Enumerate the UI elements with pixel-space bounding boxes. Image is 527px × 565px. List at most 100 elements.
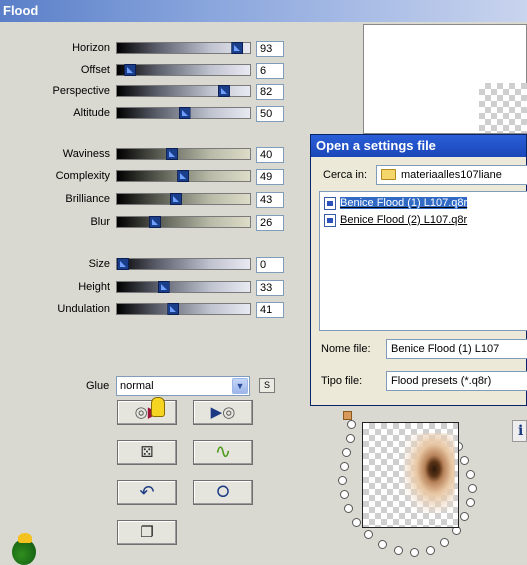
navigator-dot: [342, 448, 351, 457]
filetype-label: Tipo file:: [321, 375, 363, 387]
filename-label: Nome file:: [321, 343, 371, 355]
slider-value-field[interactable]: 26: [256, 215, 284, 231]
slider-label: Undulation: [57, 303, 110, 315]
navigator-dot: [426, 546, 435, 555]
navigator-dot: [466, 498, 475, 507]
slider-row-brilliance: Brilliance 43: [0, 192, 300, 208]
slider-value-field[interactable]: 49: [256, 169, 284, 185]
slider-track[interactable]: [116, 85, 251, 97]
slider-thumb[interactable]: [117, 258, 129, 270]
slider-row-height: Height 33: [0, 280, 300, 296]
navigator-dot: [468, 484, 477, 493]
file-name: Benice Flood (2) L107.q8r: [340, 214, 468, 226]
navigator-dot: [394, 546, 403, 555]
save-settings-button[interactable]: ▶◎: [193, 400, 253, 425]
navigator-dot: [340, 490, 349, 499]
open-settings-dialog: Open a settings file Cerca in: materiaal…: [310, 134, 527, 406]
slider-thumb[interactable]: [124, 64, 137, 76]
slider-label: Height: [78, 281, 110, 293]
look-in-combo[interactable]: materiaalles107liane: [376, 165, 527, 185]
slider-thumb[interactable]: [231, 42, 244, 54]
dialog-title: Open a settings file: [311, 135, 526, 157]
slider-label: Waviness: [62, 148, 110, 160]
flood-logo-icon: [12, 533, 36, 565]
slider-track[interactable]: [116, 107, 251, 119]
navigator-dot: [460, 512, 469, 521]
slider-row-perspective: Perspective 82: [0, 84, 300, 100]
slider-track[interactable]: [116, 303, 251, 315]
slider-value-field[interactable]: 93: [256, 41, 284, 57]
slider-value-field[interactable]: 0: [256, 257, 284, 273]
slider-row-waviness: Waviness 40: [0, 147, 300, 163]
slider-track[interactable]: [116, 64, 251, 76]
copy-button[interactable]: ❐: [117, 520, 177, 545]
slider-track[interactable]: [116, 148, 251, 160]
slider-row-offset: Offset 6: [0, 63, 300, 79]
slider-row-altitude: Altitude 50: [0, 106, 300, 122]
slider-thumb[interactable]: [217, 85, 230, 97]
navigator-dot: [344, 504, 353, 513]
slider-label: Perspective: [52, 85, 110, 97]
slider-track[interactable]: [116, 216, 251, 228]
slider-thumb[interactable]: [178, 107, 191, 119]
file-item[interactable]: Benice Flood (1) L107.q8r: [323, 196, 468, 211]
load-settings-button[interactable]: ◎▶: [117, 400, 177, 425]
slider-track[interactable]: [116, 281, 251, 293]
slider-row-blur: Blur 26: [0, 215, 300, 231]
slider-thumb[interactable]: [148, 216, 161, 228]
slider-label: Horizon: [72, 42, 110, 54]
slider-thumb[interactable]: [157, 281, 170, 293]
reset-icon: ⭘: [216, 484, 230, 501]
slider-thumb[interactable]: [169, 193, 182, 205]
slider-value-field[interactable]: 50: [256, 106, 284, 122]
slider-thumb[interactable]: [166, 148, 179, 160]
slider-row-size: Size 0: [0, 257, 300, 273]
randomize-button[interactable]: ⚄: [117, 440, 177, 465]
file-list[interactable]: Benice Flood (1) L107.q8r Benice Flood (…: [319, 191, 527, 331]
navigator-dot: [346, 434, 355, 443]
file-item[interactable]: Benice Flood (2) L107.q8r: [323, 213, 467, 228]
wave-button[interactable]: ∿: [193, 440, 253, 465]
chevron-down-icon[interactable]: ▼: [232, 378, 248, 394]
main-preview: [363, 24, 527, 134]
copy-icon: ❐: [140, 524, 154, 541]
slider-track[interactable]: [116, 258, 251, 270]
slider-label: Size: [88, 258, 110, 270]
save-settings-icon: ▶◎: [210, 404, 236, 421]
slider-value-field[interactable]: 40: [256, 147, 284, 163]
transparency-checker: [479, 83, 527, 133]
settings-file-icon: [324, 214, 336, 227]
navigator-dot: [378, 540, 387, 549]
slider-label: Brilliance: [65, 193, 110, 205]
navigator-dot: [338, 476, 347, 485]
navigator-dot: [347, 420, 356, 429]
glue-toggle-button[interactable]: S: [259, 378, 275, 393]
navigator-dot: [460, 456, 469, 465]
info-button[interactable]: i: [512, 420, 527, 442]
dice-icon: ⚄: [140, 444, 154, 461]
reset-button[interactable]: ⭘: [193, 480, 253, 505]
wave-icon: ∿: [214, 441, 232, 463]
slider-value-field[interactable]: 33: [256, 280, 284, 296]
slider-value-field[interactable]: 43: [256, 192, 284, 208]
slider-value-field[interactable]: 82: [256, 84, 284, 100]
slider-track[interactable]: [116, 42, 251, 54]
window-title: Flood: [0, 0, 527, 22]
filetype-select[interactable]: Flood presets (*.q8r): [386, 371, 527, 391]
slider-track[interactable]: [116, 170, 251, 182]
file-name: Benice Flood (1) L107.q8r: [340, 197, 468, 209]
filename-input[interactable]: Benice Flood (1) L107: [386, 339, 527, 359]
navigator-dot: [440, 538, 449, 547]
glue-select[interactable]: normal ▼: [116, 376, 250, 396]
glue-label: Glue: [86, 380, 110, 392]
undo-button[interactable]: ↶: [117, 480, 177, 505]
slider-row-horizon: Horizon 93: [0, 41, 300, 57]
navigator-preview[interactable]: [362, 422, 459, 528]
navigator-dot: [466, 470, 475, 479]
look-in-label: Cerca in:: [323, 169, 368, 181]
slider-value-field[interactable]: 41: [256, 302, 284, 318]
slider-value-field[interactable]: 6: [256, 63, 284, 79]
slider-thumb[interactable]: [167, 303, 180, 315]
slider-thumb[interactable]: [177, 170, 190, 182]
slider-track[interactable]: [116, 193, 251, 205]
